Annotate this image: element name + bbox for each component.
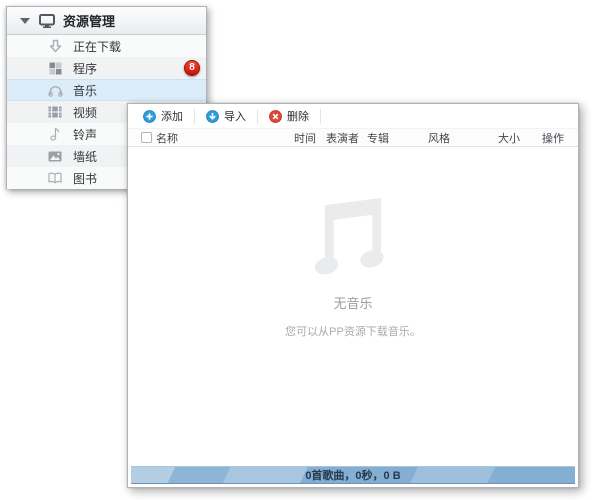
column-header-time: 时间 bbox=[294, 132, 316, 145]
column-header-album: 专辑 bbox=[367, 132, 389, 145]
column-header-action: 操作 bbox=[542, 132, 564, 145]
device-monitor-icon bbox=[39, 13, 55, 28]
music-list-area: 无音乐 您可以从PP资源下载音乐。 bbox=[128, 147, 578, 447]
big-music-note-icon bbox=[314, 198, 384, 275]
sidebar-item-label: 程序 bbox=[73, 61, 98, 76]
screen: 资源管理 正在下载 程序 8 音乐 视频 铃声 墙纸 图书 添加 导入 删除 名… bbox=[0, 0, 600, 500]
sidebar-group-label: 资源管理 bbox=[63, 14, 116, 29]
toolbar: 添加 导入 删除 bbox=[128, 104, 578, 128]
sidebar-item-label: 墙纸 bbox=[73, 149, 98, 164]
sidebar-item-music[interactable]: 音乐 bbox=[7, 79, 206, 101]
delete-button-label: 删除 bbox=[287, 111, 309, 123]
import-arrow-icon bbox=[206, 109, 219, 123]
empty-state-title: 无音乐 bbox=[333, 296, 373, 311]
status-bar-text: 0首歌曲，0秒，0 B bbox=[305, 470, 401, 482]
headphones-icon bbox=[47, 82, 63, 98]
add-plus-icon bbox=[143, 109, 156, 123]
sidebar-group-resource-management[interactable]: 资源管理 bbox=[7, 7, 206, 35]
delete-button[interactable]: 删除 bbox=[258, 108, 321, 124]
empty-state: 无音乐 您可以从PP资源下载音乐。 bbox=[128, 147, 578, 339]
sidebar-item-label: 图书 bbox=[73, 171, 98, 186]
film-strip-icon bbox=[47, 104, 63, 120]
status-bar: 0首歌曲，0秒，0 B bbox=[131, 466, 575, 484]
column-header-performer: 表演者 bbox=[326, 132, 359, 145]
music-library-panel: 添加 导入 删除 名称 时间 表演者 专辑 风格 大小 操作 无音乐 您可以从P… bbox=[127, 103, 579, 488]
column-header-name: 名称 bbox=[156, 132, 178, 145]
empty-state-hint: 您可以从PP资源下载音乐。 bbox=[285, 326, 421, 338]
sidebar-item-label: 视频 bbox=[73, 105, 98, 120]
sidebar-item-label: 正在下载 bbox=[73, 39, 122, 54]
import-button[interactable]: 导入 bbox=[195, 108, 258, 124]
column-header-size: 大小 bbox=[498, 132, 520, 145]
apps-grid-icon bbox=[47, 60, 63, 76]
table-header-row: 名称 时间 表演者 专辑 风格 大小 操作 bbox=[128, 128, 578, 147]
select-all-checkbox[interactable] bbox=[141, 132, 152, 143]
music-note-icon bbox=[47, 126, 63, 142]
sidebar-item-label: 铃声 bbox=[73, 127, 98, 142]
add-button-label: 添加 bbox=[161, 111, 183, 123]
sidebar-item-apps[interactable]: 程序 8 bbox=[7, 57, 206, 79]
add-button[interactable]: 添加 bbox=[132, 108, 195, 124]
delete-cross-icon bbox=[269, 109, 282, 123]
collapse-caret-icon bbox=[20, 17, 30, 24]
column-header-genre: 风格 bbox=[428, 132, 450, 145]
wallpaper-icon bbox=[47, 148, 63, 164]
open-book-icon bbox=[47, 170, 63, 186]
sidebar-item-label: 音乐 bbox=[73, 83, 98, 98]
apps-count-badge: 8 bbox=[184, 60, 200, 76]
import-button-label: 导入 bbox=[224, 111, 246, 123]
download-arrow-icon bbox=[47, 38, 63, 54]
sidebar-item-downloading[interactable]: 正在下载 bbox=[7, 35, 206, 57]
